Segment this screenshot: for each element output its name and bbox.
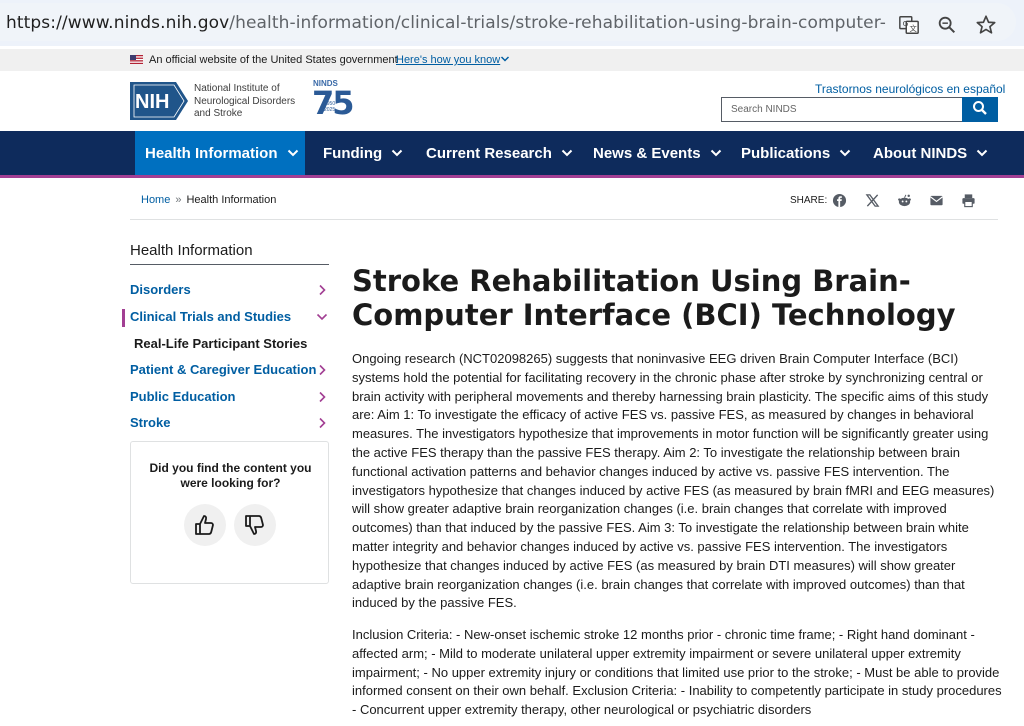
chevron-down-icon (316, 313, 328, 321)
nav-label: Funding (323, 144, 383, 162)
institute-name: National Institute of Neurological Disor… (194, 83, 314, 121)
facebook-icon[interactable] (832, 193, 847, 208)
search-icon (973, 101, 987, 115)
institute-name-line: Neurological Disorders (194, 95, 296, 107)
gov-banner: An official website of the United States… (0, 49, 1024, 71)
nav-about-ninds[interactable]: About NINDS (873, 131, 988, 175)
reddit-icon[interactable] (897, 193, 912, 208)
sidebar-item-label: Public Education (130, 389, 236, 404)
nav-news-events[interactable]: News & Events (593, 131, 722, 175)
thumbs-up-icon (195, 515, 214, 535)
url-path: /health-information/clinical-trials/stro… (229, 13, 886, 33)
nav-publications[interactable]: Publications (741, 131, 851, 175)
chevron-right-icon (319, 417, 326, 429)
chevron-down-icon (391, 149, 403, 157)
nav-current-research[interactable]: Current Research (426, 131, 573, 175)
nav-label: Health Information (145, 144, 278, 162)
search-form (721, 97, 998, 122)
browser-toolbar: https://www.ninds.nih.gov/health-informa… (0, 0, 1024, 46)
main-nav: Health Information Funding Current Resea… (0, 131, 1024, 178)
search-button[interactable] (962, 97, 998, 122)
search-input[interactable] (721, 97, 963, 122)
sidebar-item-public-education[interactable]: Public Education (130, 389, 329, 404)
print-icon[interactable] (961, 193, 976, 208)
nih-logo-text: NIH (135, 91, 170, 113)
nav-label: News & Events (593, 144, 701, 162)
chevron-down-icon (710, 149, 721, 157)
nav-health-information[interactable]: Health Information (135, 131, 305, 175)
eligibility-criteria: Inclusion Criteria: - New-onset ischemic… (352, 627, 1002, 718)
sidebar-item-patient-caregiver[interactable]: Patient & Caregiver Education (130, 362, 329, 377)
page-title: Stroke Rehabilitation Using Brain-Comput… (352, 264, 956, 332)
feedback-question: Did you find the content you were lookin… (149, 461, 312, 490)
sidebar-item-clinical-trials[interactable]: Clinical Trials and Studies (130, 309, 329, 324)
breadcrumb-home[interactable]: Home (141, 194, 170, 206)
chevron-right-icon (319, 364, 326, 376)
study-description: Ongoing research (NCT02098265) suggests … (352, 351, 995, 611)
sidebar-item-label: Disorders (130, 282, 191, 297)
sidebar-item-label: Stroke (130, 415, 171, 430)
nav-label: About NINDS (873, 144, 968, 162)
nav-label: Current Research (426, 144, 552, 162)
breadcrumb-current: Health Information (186, 194, 277, 206)
us-flag-icon (130, 55, 143, 64)
badge-year-end: 2025 (324, 107, 336, 113)
sidebar-divider (130, 264, 329, 265)
gov-banner-link[interactable]: Here's how you know (396, 54, 500, 66)
sidebar-item-label: Patient & Caregiver Education (130, 362, 317, 377)
nav-label: Publications (741, 144, 831, 162)
feedback-box: Did you find the content you were lookin… (130, 441, 329, 584)
sidebar-item-label: Clinical Trials and Studies (130, 309, 292, 324)
chevron-down-icon[interactable] (500, 55, 510, 63)
sidebar-item-disorders[interactable]: Disorders (130, 282, 329, 297)
breadcrumb-divider (130, 219, 998, 220)
chevron-down-icon (287, 149, 298, 157)
sidebar-item-stroke[interactable]: Stroke (130, 415, 329, 430)
url-text[interactable]: https://www.ninds.nih.gov/health-informa… (6, 13, 886, 33)
institute-name-line: and Stroke (194, 108, 243, 119)
ninds-75-badge: NINDS 75 1950 2025 (312, 79, 355, 122)
bookmark-star-icon[interactable] (975, 14, 997, 36)
chevron-down-icon (561, 149, 573, 157)
chevron-down-icon (976, 149, 988, 157)
active-indicator (122, 309, 125, 327)
spanish-link[interactable]: Trastornos neurológicos en español (815, 82, 1005, 96)
sidebar-title: Health Information (130, 242, 253, 259)
sidebar-item-participant-stories[interactable]: Real-Life Participant Stories (134, 336, 333, 351)
thumbs-down-icon (245, 515, 264, 535)
svg-text:文: 文 (909, 24, 917, 33)
translate-icon[interactable]: G文 (898, 14, 920, 36)
chevron-right-icon (319, 284, 326, 296)
gov-banner-text: An official website of the United States… (149, 54, 398, 66)
address-bar[interactable]: https://www.ninds.nih.gov/health-informa… (0, 3, 1016, 41)
chevron-right-icon (319, 391, 326, 403)
zoom-icon[interactable] (936, 14, 958, 36)
breadcrumb: Home » Health Information (141, 194, 276, 206)
url-host: https://www.ninds.nih.gov (6, 13, 230, 33)
sidebar-item-label: Real-Life Participant Stories (134, 336, 308, 351)
institute-name-line: National Institute of (194, 83, 280, 94)
email-icon[interactable] (929, 193, 944, 208)
x-icon[interactable] (865, 193, 880, 208)
breadcrumb-separator: » (175, 194, 182, 206)
svg-text:G: G (903, 19, 909, 28)
nav-funding[interactable]: Funding (323, 131, 403, 175)
thumbs-down-button[interactable] (234, 504, 276, 546)
thumbs-up-button[interactable] (184, 504, 226, 546)
chevron-down-icon (839, 149, 851, 157)
share-label: SHARE: (790, 195, 828, 206)
